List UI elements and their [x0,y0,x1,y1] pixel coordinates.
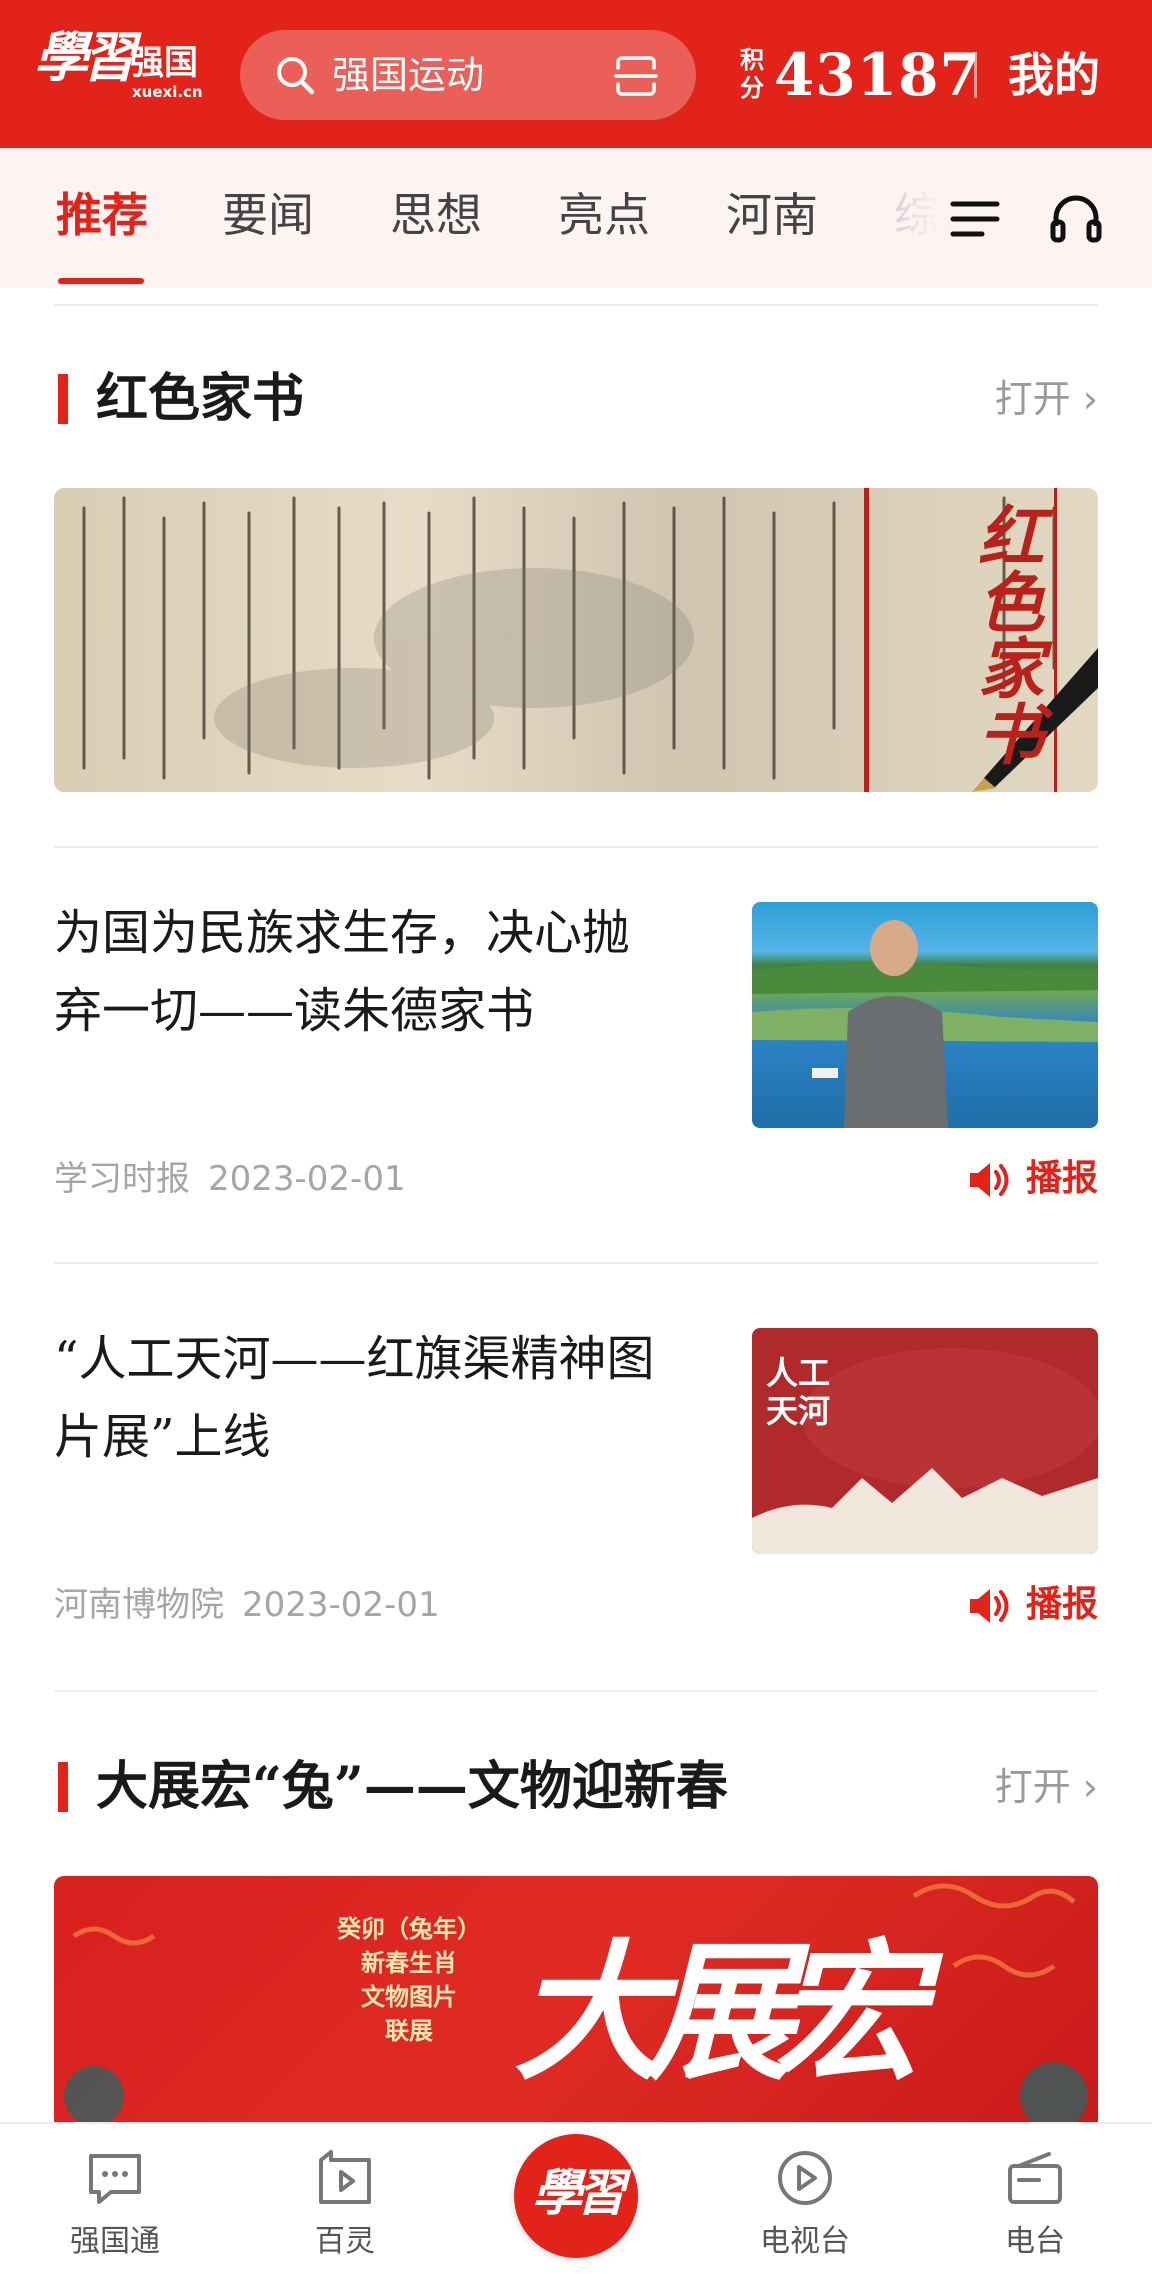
broadcast-label: 播报 [1026,1584,1099,1625]
nav-label: 电视台 [760,2224,850,2259]
tab-news[interactable]: 要闻 [222,184,314,246]
red-letters-banner[interactable]: 红色家书 [54,488,1098,792]
nav-qiangguotong[interactable]: 强国通 [40,2124,190,2274]
active-tab-indicator [58,278,144,284]
chat-icon [89,2154,141,2204]
article-title-line: “人工天河——红旗渠精神图 [54,1331,655,1387]
portrait-figure [752,920,1098,1128]
speaker-icon [970,1163,1009,1197]
section-marker [58,1762,68,1812]
divider [54,846,1098,848]
scan-icon[interactable] [614,56,658,96]
article-meta: 河南博物院 2023-02-01 [54,1582,458,1628]
video-icon [319,2150,371,2204]
radio-icon [1008,2152,1062,2204]
article-title[interactable]: 为国为民族求生存，决心抛 弃一切——读朱德家书 [54,894,694,1050]
broadcast-button[interactable]: 播报 [968,1582,1098,1628]
banner-title: 红色家书 [967,502,1045,766]
section-marker [58,374,68,424]
speaker-icon [970,1589,1009,1623]
article-date: 2023-02-01 [242,1585,440,1625]
xuexi-home-button[interactable]: 學習 [514,2134,638,2258]
logo-script: 學習 [34,25,136,89]
exhibit-calligraphy: 大展宏 [514,1925,924,2101]
headset-icon[interactable] [1048,190,1104,246]
exhibit-caption-line: 癸卯（兔年） [337,1914,481,1943]
divider [54,304,1098,306]
points-label: 积分 [740,46,764,102]
exhibit-caption-line: 联展 [385,2016,433,2045]
broadcast-button[interactable]: 播报 [968,1156,1098,1202]
nav-label: 百灵 [315,2224,375,2259]
logo-url: xuexi.cn [132,83,203,101]
divider [54,1690,1098,1692]
search-bar[interactable]: 强国运动 [240,30,696,120]
section-title: 大展宏“兔”——文物迎新春 [96,1756,728,1817]
nav-label: 电台 [1005,2224,1065,2259]
nav-bailing[interactable]: 百灵 [270,2124,420,2274]
exhibit-caption: 癸卯（兔年） 新春生肖 文物图片 联展 [324,1912,494,2048]
channel-tabs: 推荐 要闻 思想 亮点 河南 综 [0,148,1152,288]
points-value: 43187 [774,41,981,109]
header-divider [974,52,977,98]
new-year-exhibit-banner[interactable]: 癸卯（兔年） 新春生肖 文物图片 联展 大展宏 [54,1876,1098,2122]
article-title-line: 片展”上线 [54,1409,271,1465]
exhibit-caption-line: 新春生肖 [361,1948,457,1977]
tab-thought[interactable]: 思想 [390,184,482,246]
section-open-link[interactable]: 打开 › [995,374,1098,424]
tab-henan[interactable]: 河南 [726,184,818,246]
article-thumbnail[interactable]: 人工 天河 [752,1328,1098,1554]
nav-radio[interactable]: 电台 [960,2124,1110,2274]
play-circle-icon [778,2151,832,2205]
section-open-link[interactable]: 打开 › [995,1762,1098,1812]
article-thumbnail[interactable] [752,902,1098,1128]
mine-button[interactable]: 我的 [1008,40,1100,110]
menu-icon[interactable] [950,194,1000,244]
article-source: 河南博物院 [54,1585,224,1625]
search-icon [277,57,315,95]
search-placeholder: 强国运动 [332,53,485,97]
article-title[interactable]: “人工天河——红旗渠精神图 片展”上线 [54,1320,694,1476]
logo-name: 强国 [130,43,198,83]
section-title: 红色家书 [96,368,305,429]
broadcast-label: 播报 [1026,1158,1099,1199]
top-header: 學習 强国 xuexi.cn 强国运动 积分 43187 我的 [0,0,1152,148]
nav-tv[interactable]: 电视台 [730,2124,880,2274]
nav-label: 强国通 [70,2224,160,2259]
article-title-line: 弃一切——读朱德家书 [54,983,535,1039]
exhibit-caption-line: 文物图片 [361,1982,457,2011]
article-date: 2023-02-01 [208,1159,406,1199]
divider [54,1262,1098,1264]
article-meta: 学习时报 2023-02-01 [54,1156,424,1202]
xuexi-home-icon: 學習 [532,2163,626,2222]
thumb-caption-line: 人工 [766,1354,831,1392]
thumb-caption: 人工 天河 [766,1354,856,1430]
article-title-line: 为国为民族求生存，决心抛 [54,905,631,961]
thumb-caption-line: 天河 [766,1392,831,1430]
xuexi-logo[interactable]: 學習 强国 xuexi.cn [34,26,204,106]
tab-highlights[interactable]: 亮点 [558,184,650,246]
tabs-fade [860,148,960,288]
article-source: 学习时报 [54,1159,190,1199]
tab-recommend[interactable]: 推荐 [56,184,148,246]
